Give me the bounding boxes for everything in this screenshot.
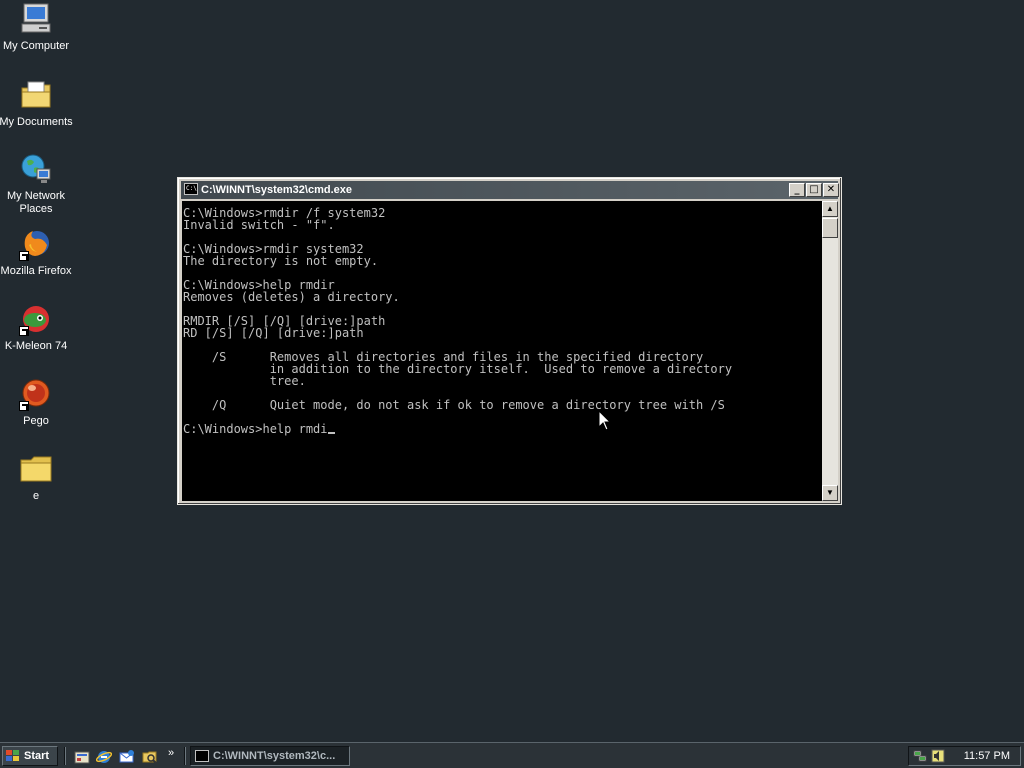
window-title: C:\WINNT\system32\cmd.exe bbox=[201, 184, 352, 196]
desktop-icon-firefox[interactable]: Mozilla Firefox bbox=[0, 227, 74, 278]
start-label: Start bbox=[24, 750, 50, 762]
desktop-icon-kmeleon[interactable]: K-Meleon 74 bbox=[0, 302, 74, 353]
outlook-express-icon[interactable] bbox=[119, 749, 135, 765]
console-app-icon[interactable]: C:\ bbox=[184, 183, 198, 195]
shortcut-arrow-icon bbox=[19, 251, 29, 261]
window-titlebar[interactable]: C:\ C:\WINNT\system32\cmd.exe _ □ ✕ bbox=[181, 181, 839, 199]
console-app-icon bbox=[195, 750, 209, 762]
windows-flag-icon bbox=[6, 750, 20, 762]
desktop-icon-my-documents[interactable]: My Documents bbox=[0, 78, 74, 129]
taskbar-button-label: C:\WINNT\system32\c... bbox=[213, 750, 336, 762]
pego-icon bbox=[19, 377, 53, 411]
desktop-icon-pego[interactable]: Pego bbox=[0, 377, 74, 428]
taskbar-clock[interactable]: 11:57 PM bbox=[964, 747, 1010, 765]
desktop-icon-label: My Documents bbox=[0, 116, 73, 128]
desktop-icon-label: My Network Places bbox=[6, 190, 66, 215]
console-history: C:\Windows>rmdir /f system32 Invalid swi… bbox=[183, 206, 733, 412]
desktop-icon-label: Pego bbox=[23, 415, 49, 427]
windows-explorer-icon[interactable] bbox=[142, 749, 158, 765]
desktop-icon-label: Mozilla Firefox bbox=[0, 265, 72, 277]
taskbar-separator bbox=[184, 747, 186, 765]
folder-icon bbox=[19, 452, 53, 486]
taskbar-button-cmd[interactable]: C:\WINNT\system32\c... bbox=[190, 746, 350, 766]
cmd-window[interactable]: C:\ C:\WINNT\system32\cmd.exe _ □ ✕ C:\W… bbox=[177, 177, 842, 505]
taskbar-separator bbox=[64, 747, 66, 765]
firefox-icon bbox=[19, 227, 53, 261]
close-button[interactable]: ✕ bbox=[823, 183, 839, 197]
scroll-down-button[interactable]: ▼ bbox=[822, 485, 838, 501]
prompt-line: C:\Windows>help rmdi bbox=[183, 422, 328, 436]
desktop-icon-my-computer[interactable]: My Computer bbox=[0, 2, 74, 53]
vertical-scrollbar[interactable]: ▲ ▼ bbox=[822, 201, 838, 501]
volume-tray-icon[interactable] bbox=[931, 749, 945, 763]
console-output[interactable]: C:\Windows>rmdir /f system32 Invalid swi… bbox=[182, 201, 822, 501]
shortcut-arrow-icon bbox=[19, 401, 29, 411]
desktop-icon-label: My Computer bbox=[2, 40, 70, 52]
quicklaunch-more-chevron[interactable]: » bbox=[168, 747, 174, 759]
desktop-icon-label: K-Meleon 74 bbox=[4, 340, 68, 352]
network-places-icon bbox=[19, 152, 53, 186]
text-cursor bbox=[327, 432, 335, 434]
my-computer-icon bbox=[19, 2, 53, 36]
my-documents-icon bbox=[19, 78, 53, 112]
desktop-icon-label: e bbox=[32, 490, 40, 502]
scroll-up-button[interactable]: ▲ bbox=[822, 201, 838, 217]
taskbar: Start » C:\WINNT\system32\c... 11:57 PM bbox=[0, 742, 1024, 768]
show-desktop-icon[interactable] bbox=[74, 749, 90, 765]
internet-explorer-icon[interactable] bbox=[96, 749, 112, 765]
minimize-button[interactable]: _ bbox=[789, 183, 805, 197]
maximize-button[interactable]: □ bbox=[806, 183, 822, 197]
start-button[interactable]: Start bbox=[2, 746, 58, 766]
desktop-icon-folder-e[interactable]: e bbox=[0, 452, 74, 503]
scroll-thumb[interactable] bbox=[822, 218, 838, 238]
kmeleon-icon bbox=[19, 302, 53, 336]
system-tray: 11:57 PM bbox=[908, 746, 1021, 766]
shortcut-arrow-icon bbox=[19, 326, 29, 336]
network-tray-icon[interactable] bbox=[913, 749, 927, 763]
mouse-pointer-icon bbox=[598, 410, 612, 431]
desktop-icon-network-places[interactable]: My Network Places bbox=[0, 152, 74, 216]
console-text: C:\Windows>rmdir /f system32 Invalid swi… bbox=[182, 201, 822, 435]
